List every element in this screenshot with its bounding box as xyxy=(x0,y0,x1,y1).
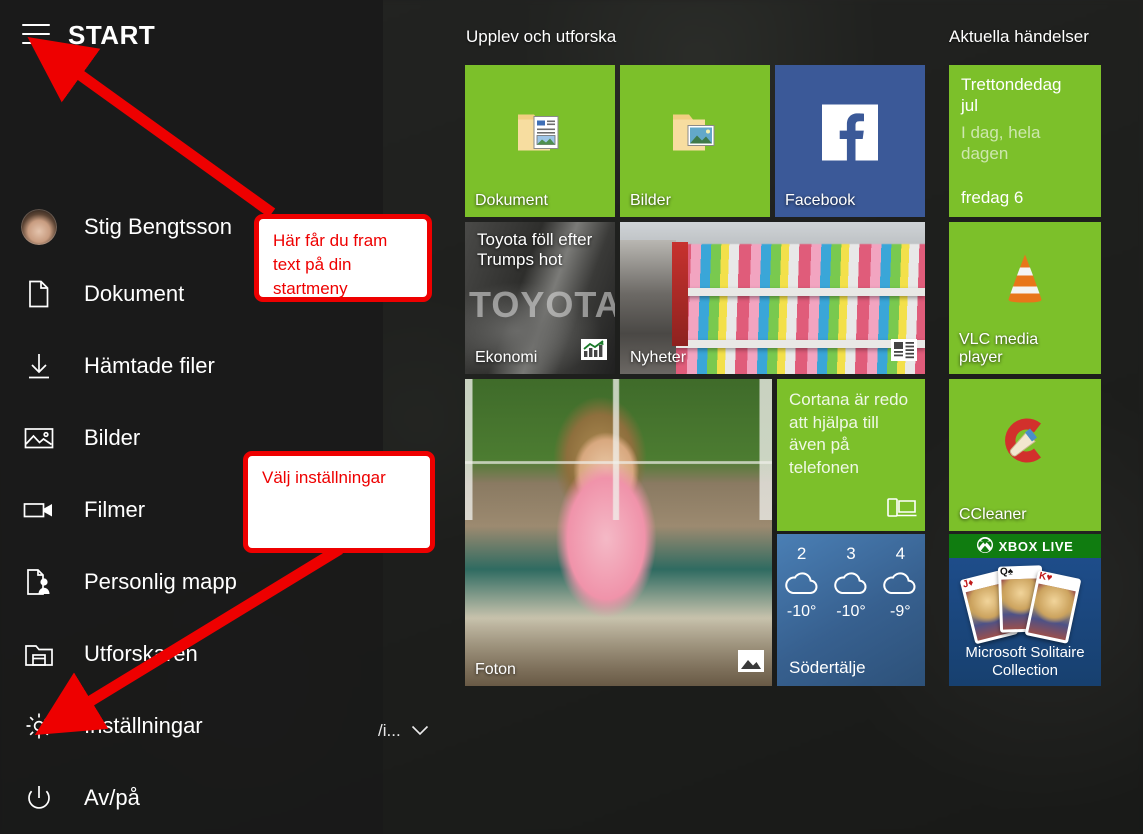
finance-chart-icon xyxy=(581,337,607,366)
tile-nyheter[interactable]: Nyheter xyxy=(620,222,925,374)
page-title: START xyxy=(68,20,156,50)
annotation-text: Välj inställningar xyxy=(262,468,386,487)
news-icon xyxy=(891,339,917,366)
gear-icon xyxy=(20,707,58,745)
photos-icon xyxy=(738,649,764,678)
weather-day: 4 -9° xyxy=(876,544,925,621)
collapsed-group-label: /i... xyxy=(378,721,401,740)
download-icon xyxy=(20,347,58,385)
tile-label: Foton xyxy=(475,661,516,679)
sidebar-item-avpa[interactable]: Av/på xyxy=(0,762,383,834)
start-menu-header: START xyxy=(0,0,383,62)
calendar-event-title: Trettondedag jul xyxy=(961,75,1062,115)
sidebar-item-label: Inställningar xyxy=(84,713,203,738)
weather-day: 3 -10° xyxy=(826,544,875,621)
sidebar-item-label: Hämtade filer xyxy=(84,353,215,378)
annotation-text: Här får du fram text på din startmeny xyxy=(273,231,388,299)
weather-temp: -9° xyxy=(890,603,911,621)
weather-day-number: 3 xyxy=(846,544,856,563)
tile-label: Bilder xyxy=(630,192,671,210)
tiles-area: Upplev och utforska Aktuella händelser D… xyxy=(383,0,1143,834)
sidebar-item-label: Av/på xyxy=(84,785,140,810)
xbox-icon xyxy=(976,536,993,556)
tile-label: Dokument xyxy=(475,192,548,210)
tile-cortana[interactable]: Cortana är redo att hjälpa till även på … xyxy=(777,379,925,531)
picture-icon xyxy=(20,419,58,457)
sidebar-item-hamtade-filer[interactable]: Hämtade filer xyxy=(0,330,383,402)
calendar-event-day: fredag 6 xyxy=(961,188,1024,207)
tile-label: Microsoft Solitaire Collection xyxy=(965,644,1085,679)
collapsed-group-control[interactable]: /i... xyxy=(378,721,429,741)
tile-group-heading: Upplev och utforska xyxy=(466,27,617,46)
sidebar-item-personlig-mapp[interactable]: Personlig mapp xyxy=(0,546,383,618)
documents-folder-icon xyxy=(514,108,566,161)
sidebar-item-installningar[interactable]: Inställningar xyxy=(0,690,383,762)
tile-label: Ekonomi xyxy=(475,349,538,367)
ccleaner-icon xyxy=(994,411,1056,474)
cloudy-icon xyxy=(876,568,925,601)
user-name: Stig Bengtsson xyxy=(84,214,232,239)
hamburger-menu-icon[interactable] xyxy=(22,24,50,44)
tile-dokument[interactable]: Dokument xyxy=(465,65,615,217)
video-camera-icon xyxy=(20,491,58,529)
news-headline: Toyota föll efter Trumps hot xyxy=(477,230,593,270)
tile-vlc-media-player[interactable]: VLC media player xyxy=(949,222,1101,374)
weather-temp: -10° xyxy=(836,603,866,621)
sidebar-item-label: Filmer xyxy=(84,497,146,522)
tile-label: Facebook xyxy=(785,192,856,210)
tile-ekonomi[interactable]: TOYOTA Toyota föll efter Trumps hot Ekon… xyxy=(465,222,615,374)
calendar-event-when: I dag, hela dagen xyxy=(961,123,1041,163)
cloudy-icon xyxy=(826,568,875,601)
personal-folder-icon xyxy=(20,563,58,601)
annotation-callout-installningar: Välj inställningar xyxy=(243,451,435,553)
cloudy-icon xyxy=(777,568,826,601)
tile-facebook[interactable]: Facebook xyxy=(775,65,925,217)
file-explorer-icon xyxy=(20,635,58,673)
xbox-live-badge: XBOX LIVE xyxy=(949,534,1101,558)
power-icon xyxy=(20,779,58,817)
sidebar-item-label: Dokument xyxy=(84,281,185,306)
weather-day: 2 -10° xyxy=(777,544,826,621)
screen: START Stig Bengtsson Dokument Hämtade fi… xyxy=(0,0,1143,834)
weather-day-number: 2 xyxy=(796,544,807,563)
facebook-icon xyxy=(822,104,878,165)
tile-label: CCleaner xyxy=(959,506,1027,524)
chevron-down-icon[interactable] xyxy=(411,721,429,741)
tile-microsoft-solitaire-collection[interactable]: XBOX LIVE J♦ Q♠ K♥ Microsoft Solitaire C… xyxy=(949,534,1101,686)
store-display-decor xyxy=(672,242,688,346)
document-icon xyxy=(20,275,58,313)
weather-forecast-row: 2 -10° 3 -10° 4 -9° xyxy=(777,544,925,621)
tile-text: Cortana är redo att hjälpa till även på … xyxy=(789,390,909,477)
tile-foton[interactable]: Foton xyxy=(465,379,772,686)
weather-temp: -10° xyxy=(786,603,817,621)
sidebar-item-utforskaren[interactable]: Utforskaren xyxy=(0,618,383,690)
start-menu-panel: START Stig Bengtsson Dokument Hämtade fi… xyxy=(0,0,383,834)
tile-ccleaner[interactable]: CCleaner xyxy=(949,379,1101,531)
playing-cards-art: J♦ Q♠ K♥ xyxy=(949,560,1101,654)
tile-bilder[interactable]: Bilder xyxy=(620,65,770,217)
tile-weather[interactable]: 2 -10° 3 -10° 4 -9° Södertälje xyxy=(777,534,925,686)
avatar xyxy=(20,208,58,246)
pictures-folder-icon xyxy=(669,108,721,161)
sidebar-item-label: Utforskaren xyxy=(84,641,198,666)
tile-label: VLC media player xyxy=(959,331,1039,367)
sidebar-item-label: Bilder xyxy=(84,425,141,450)
toyota-watermark: TOYOTA xyxy=(469,284,615,325)
tile-group-heading: Aktuella händelser xyxy=(949,27,1089,46)
weather-city: Södertälje xyxy=(789,658,866,677)
window-decor xyxy=(465,379,772,521)
phone-pc-icon xyxy=(887,496,917,523)
xbox-live-label: XBOX LIVE xyxy=(998,538,1074,554)
annotation-callout-startmeny: Här får du fram text på din startmeny xyxy=(254,214,432,302)
vlc-cone-icon xyxy=(997,251,1053,314)
sidebar-item-label: Personlig mapp xyxy=(84,569,237,594)
tile-label: Nyheter xyxy=(630,349,687,367)
weather-day-number: 4 xyxy=(895,544,906,563)
tile-calendar[interactable]: Trettondedag jul I dag, hela dagen freda… xyxy=(949,65,1101,217)
